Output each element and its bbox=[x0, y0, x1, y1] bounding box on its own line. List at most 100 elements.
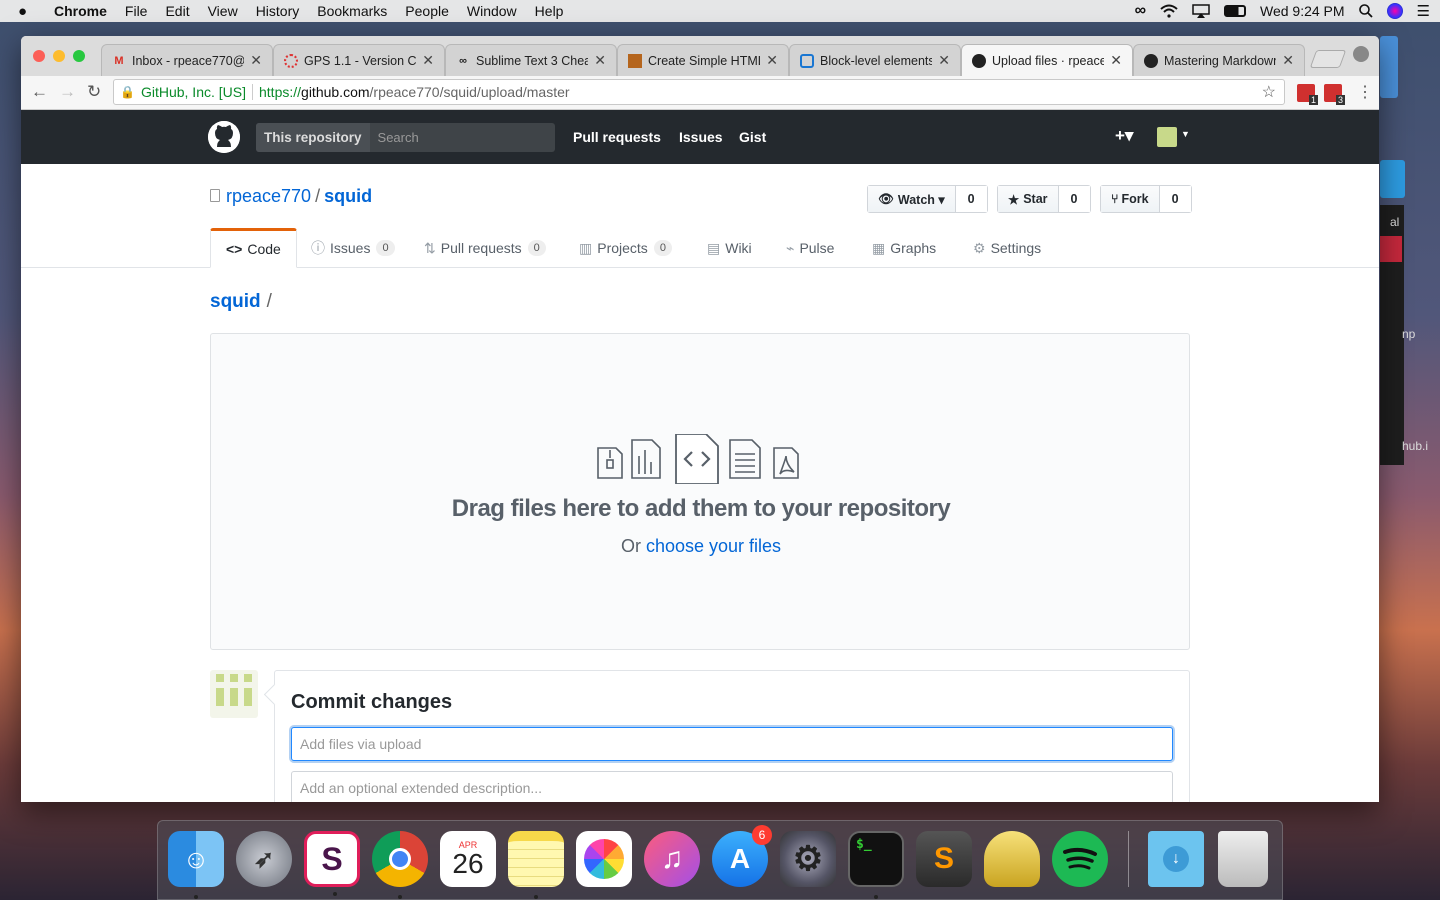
sublime-text-icon[interactable]: S bbox=[916, 831, 972, 887]
spotify-icon[interactable] bbox=[1052, 831, 1108, 887]
repo-header: rpeace770/squid 👁 Watch ▾ 0 ★ Star 0 ⑂ Fork… bbox=[21, 164, 1379, 268]
menu-bookmarks[interactable]: Bookmarks bbox=[317, 3, 387, 19]
tab-wiki[interactable]: ▤ Wiki bbox=[692, 228, 767, 268]
fork-count[interactable]: 0 bbox=[1159, 186, 1191, 212]
minimize-window-button[interactable] bbox=[53, 50, 65, 62]
search-input[interactable] bbox=[369, 130, 550, 145]
breadcrumb-repo-link[interactable]: squid bbox=[210, 291, 261, 312]
profile-icon[interactable] bbox=[1353, 46, 1369, 62]
chrome-icon[interactable] bbox=[372, 831, 428, 899]
site-identity[interactable]: GitHub, Inc. [US] bbox=[141, 84, 246, 100]
close-tab-icon[interactable]: ✕ bbox=[594, 52, 606, 69]
bookmark-star-icon[interactable]: ☆ bbox=[1262, 82, 1276, 102]
create-new-dropdown[interactable]: +▾ bbox=[1115, 126, 1133, 146]
file-drop-zone[interactable]: Drag files here to add them to your repo… bbox=[210, 333, 1190, 650]
extension-icon[interactable]: 3 bbox=[1324, 84, 1345, 105]
trash-icon[interactable] bbox=[1218, 831, 1268, 887]
notification-center-icon[interactable]: ☰ bbox=[1417, 2, 1430, 20]
github-logo-icon[interactable] bbox=[208, 121, 240, 153]
menu-people[interactable]: People bbox=[405, 3, 449, 19]
close-window-button[interactable] bbox=[33, 50, 45, 62]
star-button[interactable]: ★ Star bbox=[998, 186, 1059, 212]
close-tab-icon[interactable]: ✕ bbox=[422, 52, 434, 69]
sequel-pro-icon[interactable] bbox=[984, 831, 1040, 887]
menu-edit[interactable]: Edit bbox=[165, 3, 189, 19]
commit-message-input[interactable] bbox=[291, 727, 1173, 761]
tab-graphs[interactable]: ▦ Graphs bbox=[857, 228, 951, 268]
menubar-clock[interactable]: Wed 9:24 PM bbox=[1260, 3, 1345, 19]
desktop-text-fragment: hub.i bbox=[1402, 439, 1429, 453]
repo-owner-link[interactable]: rpeace770 bbox=[226, 186, 311, 206]
repo-name-link[interactable]: squid bbox=[324, 186, 372, 206]
repo-title-separator: / bbox=[315, 186, 321, 206]
menu-view[interactable]: View bbox=[208, 3, 238, 19]
choose-files-link[interactable]: choose your files bbox=[646, 536, 781, 556]
browser-tab[interactable]: GPS 1.1 - Version Co ✕ bbox=[273, 44, 445, 76]
nav-pull-requests[interactable]: Pull requests bbox=[573, 129, 661, 145]
menu-window[interactable]: Window bbox=[467, 3, 517, 19]
itunes-icon[interactable]: ♫ bbox=[644, 831, 700, 887]
star-count[interactable]: 0 bbox=[1058, 186, 1090, 212]
close-tab-icon[interactable]: ✕ bbox=[1110, 52, 1122, 69]
close-tab-icon[interactable]: ✕ bbox=[1282, 52, 1294, 69]
launchpad-icon[interactable]: ➶ bbox=[236, 831, 292, 887]
nav-issues[interactable]: Issues bbox=[679, 129, 723, 145]
menu-app-chrome[interactable]: Chrome bbox=[54, 3, 107, 19]
zoom-window-button[interactable] bbox=[73, 50, 85, 62]
tab-issues[interactable]: ⓘ Issues 0 bbox=[296, 228, 410, 268]
menu-file[interactable]: File bbox=[125, 3, 148, 19]
star-icon: ★ bbox=[1008, 192, 1020, 207]
system-preferences-icon[interactable]: ⚙ bbox=[780, 831, 836, 887]
menu-history[interactable]: History bbox=[256, 3, 300, 19]
search-box[interactable]: This repository bbox=[256, 123, 555, 152]
browser-tab-active[interactable]: Upload files · rpeace ✕ bbox=[961, 44, 1133, 76]
close-tab-icon[interactable]: ✕ bbox=[766, 52, 778, 69]
forward-arrow-icon[interactable]: → bbox=[59, 82, 76, 102]
downloads-folder-icon[interactable]: ↓ bbox=[1148, 831, 1204, 887]
infinity-icon[interactable]: ∞ bbox=[1135, 2, 1146, 20]
browser-tab[interactable]: Create Simple HTML ✕ bbox=[617, 44, 789, 76]
app-store-icon[interactable]: A6 bbox=[712, 825, 772, 887]
photos-icon[interactable] bbox=[576, 831, 632, 887]
user-avatar-dropdown[interactable]: ▼ bbox=[1157, 127, 1191, 147]
tab-pull-requests[interactable]: ⇅ Pull requests 0 bbox=[409, 228, 561, 268]
extension-icon[interactable]: 1 bbox=[1297, 84, 1318, 105]
commit-description-input[interactable] bbox=[291, 771, 1173, 802]
back-arrow-icon[interactable]: ← bbox=[31, 82, 48, 102]
airplay-icon[interactable] bbox=[1192, 4, 1210, 18]
menu-help[interactable]: Help bbox=[535, 3, 564, 19]
browser-tab[interactable]: Mastering Markdown ✕ bbox=[1133, 44, 1305, 76]
browser-tab[interactable]: ∞ Sublime Text 3 Chea ✕ bbox=[445, 44, 617, 76]
watch-button[interactable]: 👁 Watch ▾ bbox=[868, 186, 956, 212]
battery-icon[interactable] bbox=[1223, 5, 1246, 17]
terminal-icon[interactable]: $_ bbox=[848, 831, 904, 899]
github-icon bbox=[1144, 53, 1158, 68]
wifi-icon[interactable] bbox=[1160, 4, 1178, 18]
watch-count[interactable]: 0 bbox=[955, 186, 987, 212]
siri-icon[interactable] bbox=[1386, 3, 1403, 19]
tab-label: Settings bbox=[990, 240, 1042, 256]
reload-icon[interactable]: ↻ bbox=[87, 82, 101, 102]
spotlight-search-icon[interactable] bbox=[1358, 4, 1373, 18]
tab-code[interactable]: <> Code bbox=[210, 228, 297, 268]
address-bar[interactable]: 🔒 GitHub, Inc. [US] https://github.com/r… bbox=[113, 79, 1285, 105]
browser-tab[interactable]: Block-level elements ✕ bbox=[789, 44, 961, 76]
tab-settings[interactable]: ⚙ Settings bbox=[958, 228, 1056, 268]
mdn-icon bbox=[800, 53, 814, 68]
search-scope-label[interactable]: This repository bbox=[256, 123, 370, 152]
tab-projects[interactable]: ▥ Projects 0 bbox=[564, 228, 687, 268]
close-tab-icon[interactable]: ✕ bbox=[250, 52, 262, 69]
finder-icon[interactable]: ☺ bbox=[168, 831, 224, 899]
fork-button[interactable]: ⑂ Fork bbox=[1101, 186, 1160, 212]
chrome-menu-icon[interactable]: ⋮ bbox=[1357, 82, 1373, 102]
close-tab-icon[interactable]: ✕ bbox=[938, 52, 950, 69]
slack-icon[interactable]: S bbox=[304, 831, 360, 896]
nav-gist[interactable]: Gist bbox=[739, 129, 766, 145]
new-tab-button[interactable] bbox=[1309, 50, 1347, 68]
tab-pulse[interactable]: ⌁ Pulse bbox=[771, 228, 849, 268]
avatar bbox=[1157, 127, 1177, 147]
calendar-icon[interactable]: APR 26 bbox=[440, 831, 496, 887]
browser-tab[interactable]: M Inbox - rpeace770@ ✕ bbox=[101, 44, 273, 76]
apple-menu-icon[interactable]: ● bbox=[18, 3, 36, 20]
notes-icon[interactable] bbox=[508, 831, 564, 899]
